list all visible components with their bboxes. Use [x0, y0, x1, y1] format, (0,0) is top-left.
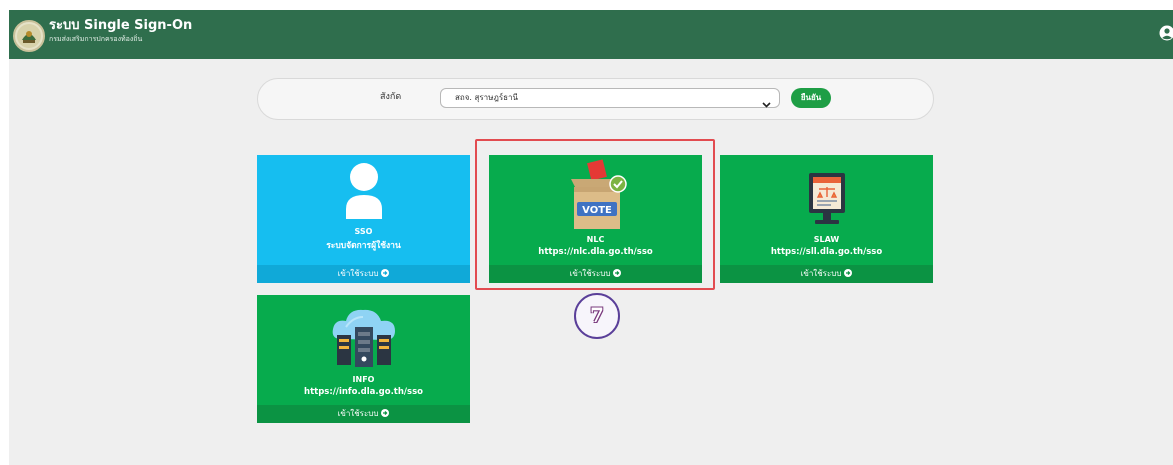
- arrow-circle-right-icon: [381, 266, 390, 277]
- app-window: ระบบ Single Sign-On กรมส่งเสริมการปกครอง…: [9, 10, 1173, 465]
- confirm-button[interactable]: ยืนยัน: [791, 88, 831, 108]
- enter-system-label: เข้าใช้ระบบ: [337, 269, 379, 278]
- app-title: ระบบ Single Sign-On: [49, 18, 193, 33]
- top-navbar: ระบบ Single Sign-On กรมส่งเสริมการปกครอง…: [9, 10, 1173, 59]
- enter-system-link[interactable]: เข้าใช้ระบบ: [257, 405, 470, 423]
- card-body: INFO https://info.dla.go.th/sso: [257, 295, 470, 405]
- arrow-circle-right-icon: [844, 266, 853, 277]
- user-icon: [343, 161, 385, 219]
- card-title: INFO: [352, 375, 375, 384]
- system-card-info[interactable]: INFO https://info.dla.go.th/sso เข้าใช้ร…: [257, 295, 470, 423]
- card-body: SSO ระบบจัดการผู้ใช้งาน: [257, 155, 470, 265]
- user-circle-icon[interactable]: [1159, 25, 1173, 41]
- card-description: https://info.dla.go.th/sso: [304, 387, 423, 397]
- highlight-box: [475, 139, 715, 290]
- enter-system-link[interactable]: เข้าใช้ระบบ: [720, 265, 933, 283]
- step-number-badge: 7: [574, 293, 620, 339]
- system-card-slaw[interactable]: SLAW https://sll.dla.go.th/sso เข้าใช้ระ…: [720, 155, 933, 283]
- affiliation-filter-bar: สังกัด สถจ. สุราษฎร์ธานี ยืนยัน: [257, 78, 934, 120]
- chevron-down-icon: [762, 94, 771, 108]
- law-document-monitor-icon: [805, 171, 849, 229]
- card-title: SSO: [354, 227, 373, 236]
- enter-system-label: เข้าใช้ระบบ: [337, 409, 379, 418]
- affiliation-label: สังกัด: [380, 92, 402, 102]
- affiliation-select[interactable]: สถจ. สุราษฎร์ธานี: [440, 88, 780, 108]
- system-card-sso[interactable]: SSO ระบบจัดการผู้ใช้งาน เข้าใช้ระบบ: [257, 155, 470, 283]
- card-description: https://sll.dla.go.th/sso: [770, 247, 883, 257]
- card-body: SLAW https://sll.dla.go.th/sso: [720, 155, 933, 265]
- enter-system-link[interactable]: เข้าใช้ระบบ: [257, 265, 470, 283]
- card-title: SLAW: [813, 235, 840, 244]
- dla-logo-icon: [13, 20, 45, 52]
- cloud-server-icon: [329, 305, 399, 369]
- card-description: ระบบจัดการผู้ใช้งาน: [326, 241, 401, 251]
- app-subtitle: กรมส่งเสริมการปกครองท้องถิ่น: [49, 35, 143, 43]
- enter-system-label: เข้าใช้ระบบ: [800, 269, 842, 278]
- affiliation-select-value: สถจ. สุราษฎร์ธานี: [455, 93, 518, 102]
- arrow-circle-right-icon: [381, 406, 390, 417]
